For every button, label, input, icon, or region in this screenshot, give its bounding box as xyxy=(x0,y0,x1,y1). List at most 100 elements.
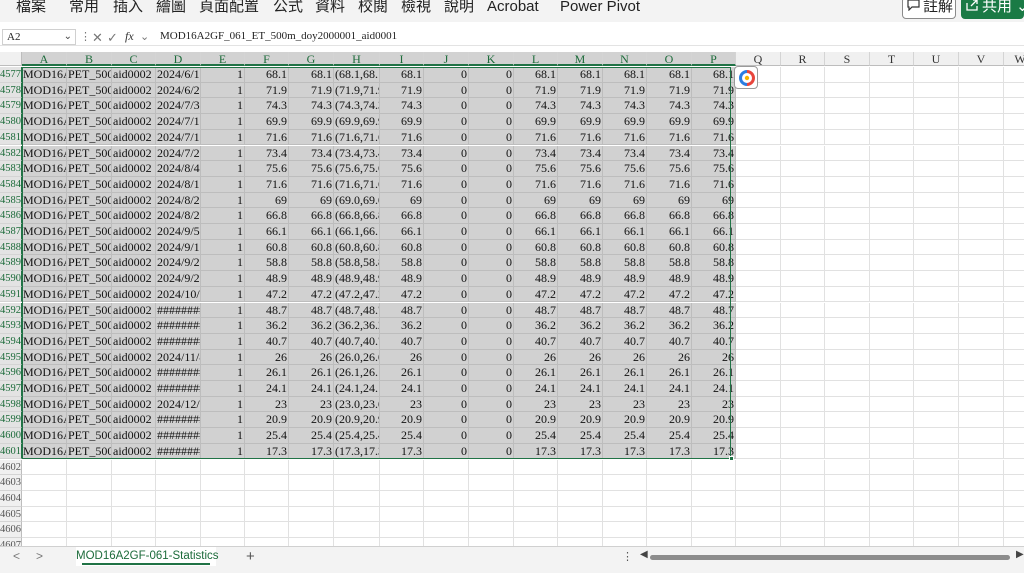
empty-cell[interactable] xyxy=(112,475,156,491)
table-cell[interactable]: 73.4 xyxy=(647,145,692,162)
table-cell[interactable]: 69 xyxy=(603,192,647,209)
table-cell[interactable]: aid0002 xyxy=(112,428,156,444)
table-cell[interactable]: PET_500r xyxy=(67,114,112,130)
table-cell[interactable]: 71.9 xyxy=(647,82,692,99)
empty-cell[interactable] xyxy=(781,490,825,507)
table-cell[interactable]: 0 xyxy=(469,224,514,240)
table-cell[interactable]: 1 xyxy=(201,333,245,350)
empty-cell[interactable] xyxy=(1004,381,1024,397)
empty-cell[interactable] xyxy=(514,506,558,523)
column-header[interactable]: L xyxy=(514,52,558,66)
empty-cell[interactable] xyxy=(870,239,914,256)
table-cell[interactable]: MOD16A xyxy=(22,365,67,381)
table-cell[interactable]: 0 xyxy=(424,208,469,224)
empty-cell[interactable] xyxy=(201,459,245,476)
row-header[interactable]: 4592 xyxy=(0,302,22,319)
table-cell[interactable]: 0 xyxy=(469,396,514,413)
empty-cell[interactable] xyxy=(825,129,870,146)
empty-cell[interactable] xyxy=(870,443,914,460)
table-cell[interactable]: MOD16A xyxy=(22,161,67,177)
empty-cell[interactable] xyxy=(201,522,245,538)
empty-cell[interactable] xyxy=(781,475,825,491)
table-cell[interactable]: 26 xyxy=(558,349,603,366)
empty-cell[interactable] xyxy=(825,161,870,177)
table-cell[interactable]: 36.2 xyxy=(289,318,334,334)
table-cell[interactable]: 1 xyxy=(201,145,245,162)
table-cell[interactable]: 69 xyxy=(289,192,334,209)
table-cell[interactable]: ######## xyxy=(156,302,201,319)
table-cell[interactable]: MOD16A xyxy=(22,412,67,429)
empty-cell[interactable] xyxy=(334,475,380,491)
empty-cell[interactable] xyxy=(959,67,1004,83)
table-cell[interactable]: 71.6 xyxy=(289,176,334,193)
table-cell[interactable]: 2024/8/20 xyxy=(156,192,201,209)
empty-cell[interactable] xyxy=(112,459,156,476)
empty-cell[interactable] xyxy=(959,114,1004,130)
column-header[interactable]: M xyxy=(558,52,603,66)
tab-review[interactable]: 校閱 xyxy=(358,0,388,16)
column-header[interactable]: V xyxy=(959,52,1004,66)
table-cell[interactable]: (60.8,60.8 xyxy=(334,239,380,256)
table-cell[interactable]: 71.6 xyxy=(558,176,603,193)
empty-cell[interactable] xyxy=(736,114,781,130)
empty-cell[interactable] xyxy=(603,459,647,476)
table-cell[interactable]: 1 xyxy=(201,114,245,130)
table-cell[interactable]: PET_500r xyxy=(67,192,112,209)
table-cell[interactable]: 0 xyxy=(424,286,469,303)
table-cell[interactable]: 25.4 xyxy=(245,428,289,444)
empty-cell[interactable] xyxy=(870,412,914,429)
table-cell[interactable]: 17.3 xyxy=(245,443,289,460)
table-cell[interactable]: 0 xyxy=(469,428,514,444)
table-cell[interactable]: 0 xyxy=(469,161,514,177)
empty-cell[interactable] xyxy=(870,114,914,130)
empty-cell[interactable] xyxy=(514,490,558,507)
empty-cell[interactable] xyxy=(781,145,825,162)
tab-draw[interactable]: 繪圖 xyxy=(156,0,186,16)
empty-cell[interactable] xyxy=(825,192,870,209)
table-cell[interactable]: 24.1 xyxy=(289,381,334,397)
empty-cell[interactable] xyxy=(870,176,914,193)
table-cell[interactable]: 0 xyxy=(424,396,469,413)
empty-cell[interactable] xyxy=(514,475,558,491)
table-cell[interactable]: ######## xyxy=(156,365,201,381)
empty-cell[interactable] xyxy=(781,381,825,397)
table-cell[interactable]: 48.7 xyxy=(514,302,558,319)
table-cell[interactable]: 0 xyxy=(469,114,514,130)
empty-cell[interactable] xyxy=(914,381,959,397)
table-cell[interactable]: 66.8 xyxy=(245,208,289,224)
table-cell[interactable]: 73.4 xyxy=(692,145,736,162)
empty-cell[interactable] xyxy=(781,192,825,209)
empty-cell[interactable] xyxy=(201,475,245,491)
empty-cell[interactable] xyxy=(914,98,959,115)
empty-cell[interactable] xyxy=(825,475,870,491)
table-cell[interactable]: 2024/9/29 xyxy=(156,271,201,287)
table-cell[interactable]: MOD16A xyxy=(22,443,67,460)
table-cell[interactable]: 0 xyxy=(424,67,469,83)
empty-cell[interactable] xyxy=(603,506,647,523)
table-cell[interactable]: (17.3,17.3 xyxy=(334,443,380,460)
column-header[interactable]: Q xyxy=(736,52,781,66)
table-cell[interactable]: 73.4 xyxy=(245,145,289,162)
empty-cell[interactable] xyxy=(424,475,469,491)
empty-cell[interactable] xyxy=(914,318,959,334)
empty-cell[interactable] xyxy=(112,506,156,523)
table-cell[interactable]: (73.4,73.4 xyxy=(334,145,380,162)
table-cell[interactable]: 40.7 xyxy=(514,333,558,350)
table-cell[interactable]: 47.2 xyxy=(289,286,334,303)
table-cell[interactable]: MOD16A xyxy=(22,176,67,193)
sheet-tab-active[interactable]: MOD16A2GF-061-Statistics xyxy=(76,547,219,567)
row-header[interactable]: 4603 xyxy=(0,475,22,491)
table-cell[interactable]: 71.6 xyxy=(514,176,558,193)
empty-cell[interactable] xyxy=(825,82,870,99)
table-cell[interactable]: 0 xyxy=(469,302,514,319)
empty-cell[interactable] xyxy=(870,161,914,177)
table-cell[interactable]: 23 xyxy=(692,396,736,413)
column-header[interactable]: A xyxy=(22,52,67,66)
empty-cell[interactable] xyxy=(289,490,334,507)
table-cell[interactable]: 36.2 xyxy=(514,318,558,334)
table-cell[interactable]: 17.3 xyxy=(603,443,647,460)
table-cell[interactable]: 0 xyxy=(424,443,469,460)
table-cell[interactable]: 66.1 xyxy=(647,224,692,240)
empty-cell[interactable] xyxy=(959,98,1004,115)
row-header[interactable]: 4583 xyxy=(0,161,22,177)
